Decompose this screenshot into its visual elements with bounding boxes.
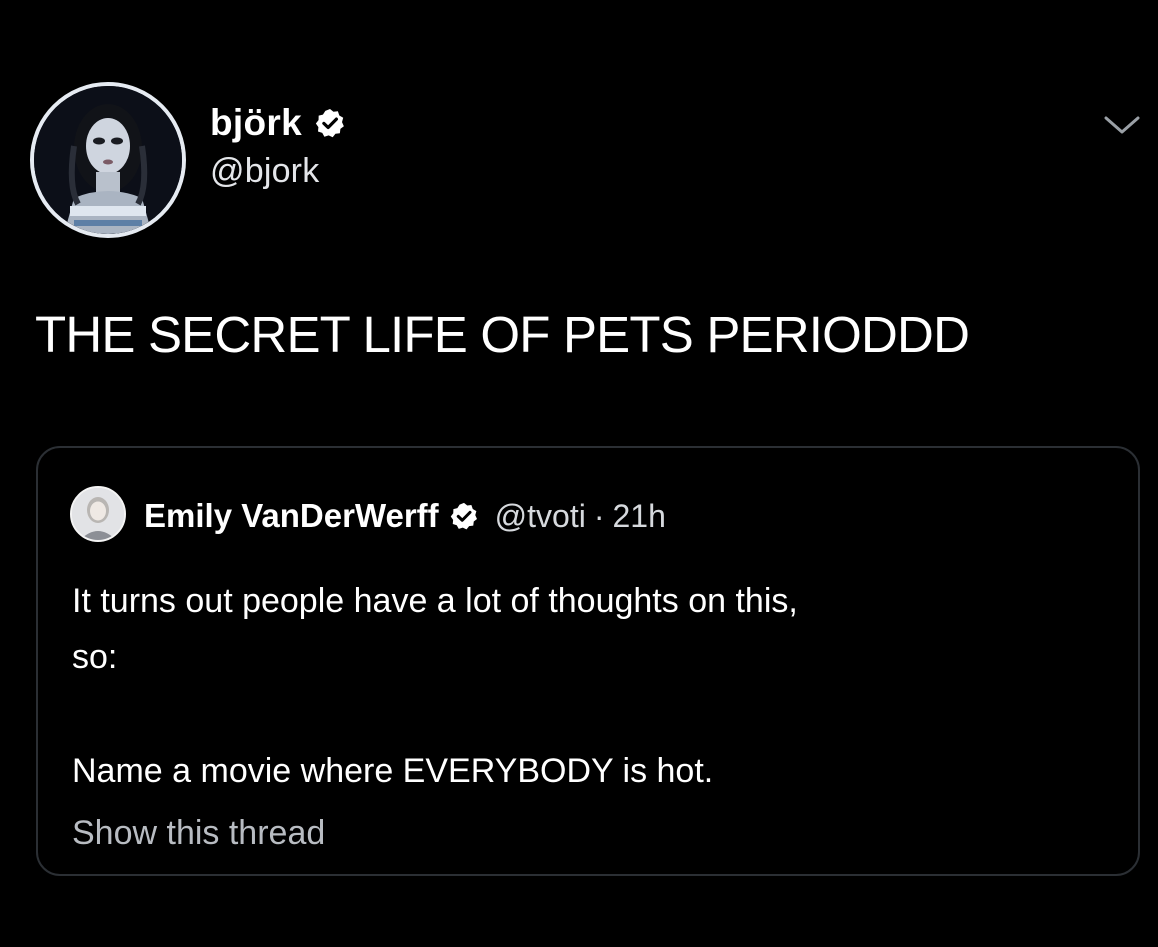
verified-badge-icon [315, 109, 344, 138]
author-handle[interactable]: @bjork [210, 152, 319, 191]
tweet-text: THE SECRET LIFE OF PETS PERIODDD [35, 306, 970, 363]
author-avatar-image [34, 86, 182, 234]
quoted-author-display-name[interactable]: Emily VanDerWerff [144, 497, 439, 535]
author-avatar[interactable] [30, 82, 186, 238]
quoted-author-avatar [70, 486, 126, 542]
quoted-tweet-header: Emily VanDerWerff @tvoti · 21h [144, 490, 666, 542]
separator-dot: · [593, 497, 605, 534]
quoted-author-handle[interactable]: @tvoti [495, 498, 586, 535]
quoted-tweet-text-line: Name a movie where EVERYBODY is hot. [72, 752, 714, 790]
show-thread-link[interactable]: Show this thread [72, 814, 325, 853]
quoted-tweet-timestamp[interactable]: 21h [613, 498, 666, 535]
quoted-author-avatar-image [72, 488, 124, 540]
tweet: björk @bjork THE SECRET LIFE OF PETS PER… [0, 0, 1158, 947]
author-name-row[interactable]: björk [210, 96, 346, 150]
quoted-tweet-text-line: It turns out people have a lot of though… [72, 582, 798, 620]
author-display-name[interactable]: björk [210, 102, 302, 144]
quoted-tweet-text-line: so: [72, 638, 118, 676]
chevron-down-icon[interactable] [1098, 108, 1146, 140]
verified-badge-icon [450, 502, 477, 530]
